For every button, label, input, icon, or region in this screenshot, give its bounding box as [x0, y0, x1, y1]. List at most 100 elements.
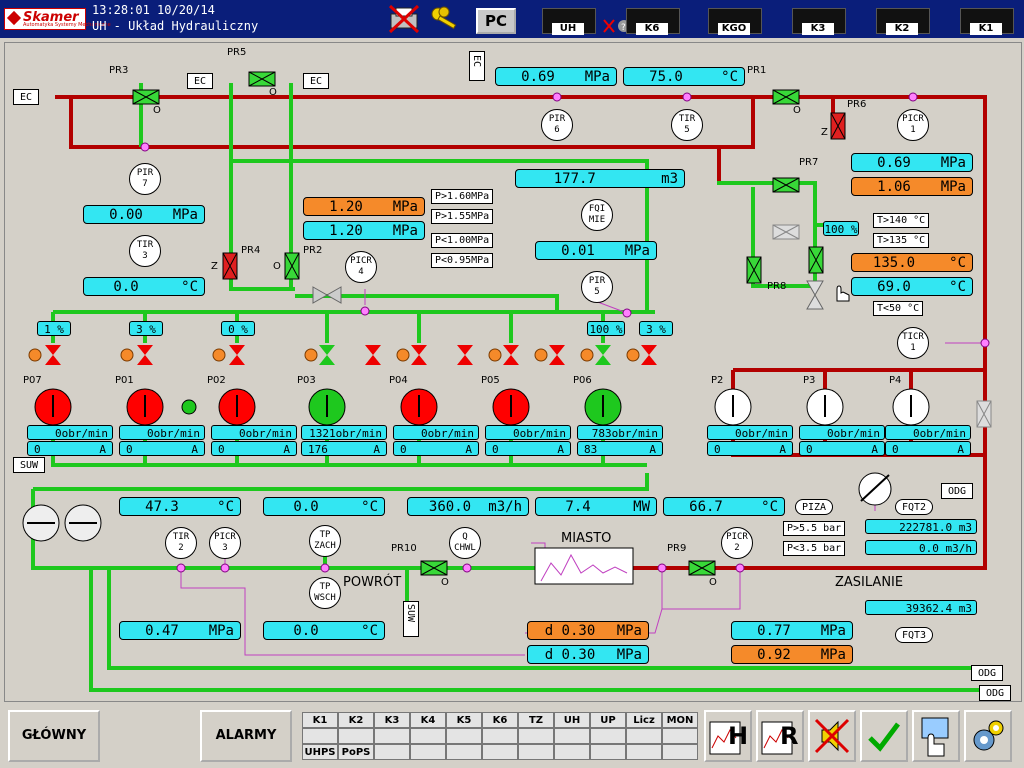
unit-k3[interactable]: K3 — [792, 8, 846, 35]
valve-right-grey — [976, 400, 992, 428]
instr-tir2[interactable]: TIR 2 — [165, 527, 197, 559]
unit-k1[interactable]: K1 — [960, 8, 1014, 35]
label-pr5: PR5 — [227, 47, 247, 58]
instr-pir5[interactable]: PIR 5 — [581, 271, 613, 303]
valve-right — [808, 246, 824, 274]
pump-label-p2: P2 — [711, 375, 724, 386]
pump-current-p06: 83 A — [577, 441, 663, 456]
pump-speed-p07: 0obr/min — [27, 425, 113, 440]
valve-pr10 — [420, 560, 448, 576]
label-pr8: PR8 — [767, 281, 787, 292]
cancel-alarm-button[interactable] — [808, 710, 856, 762]
unit-btn-pops[interactable]: PoPS — [338, 744, 374, 760]
unit-btn-tz[interactable]: TZ — [518, 712, 554, 728]
instr-tir3[interactable]: TIR 3 — [129, 235, 161, 267]
ec-tag-top[interactable]: EC — [469, 51, 485, 81]
settings-button[interactable] — [964, 710, 1012, 762]
alarms-button[interactable]: ALARMY — [200, 710, 292, 762]
hand-icon — [921, 717, 949, 757]
pump-current-p04: 0A — [393, 441, 479, 456]
trend-h-button[interactable]: H — [704, 710, 752, 762]
limit-p35: P<3.5 bar — [783, 541, 846, 556]
unit-btn-uhps[interactable]: UHPS — [302, 744, 338, 760]
valve-pr4 — [222, 252, 238, 280]
label-pr6: PR6 — [847, 99, 867, 110]
unit-btn-k6[interactable]: K6 — [482, 712, 518, 728]
flow-meter — [858, 472, 892, 506]
value-q-chwl: 360.0 m3/h — [407, 497, 529, 516]
operator-button[interactable] — [912, 710, 960, 762]
unit-status-tz — [518, 728, 554, 744]
valve-pr8 — [746, 256, 762, 284]
value-fqt3-total: 39362.4 m3 — [865, 600, 977, 615]
instr-pir7[interactable]: PIR 7 — [129, 163, 161, 195]
instr-tir5[interactable]: TIR 5 — [671, 109, 703, 141]
keys-icon[interactable] — [428, 4, 464, 34]
pump-current-p2: 0A — [707, 441, 793, 456]
value-pir7: 0.00 MPa — [83, 205, 205, 224]
odg-tag-1[interactable]: ODG — [941, 483, 974, 499]
unit-uh[interactable]: UH — [542, 8, 596, 35]
pump-speed-p05: 0obr/min — [485, 425, 571, 440]
unit-btn-up[interactable]: UP — [590, 712, 626, 728]
bypass-valve — [312, 286, 329, 304]
instr-picr2[interactable]: PICR 2 — [721, 527, 753, 559]
top-bar: Skamer Automatyka Systemy Mechaniczne 13… — [0, 0, 1024, 38]
hydraulic-scheme: EC EC EC EC SUW SUW ODG ODG ODG PR3 O PR… — [4, 42, 1022, 702]
instr-tp-wsch[interactable]: TP WSCH — [309, 577, 341, 609]
suw-tag-bottom[interactable]: SUW — [403, 601, 419, 637]
confirm-button[interactable] — [860, 710, 908, 762]
label-pr7: PR7 — [799, 157, 819, 168]
ec-tag-pr5-left[interactable]: EC — [187, 73, 214, 89]
pump-label-p06: P06 — [573, 375, 592, 386]
instr-ticr1[interactable]: TICR 1 — [897, 327, 929, 359]
pump-current-p3: 0A — [799, 441, 885, 456]
unit-btn-k2[interactable]: K2 — [338, 712, 374, 728]
instr-tp-zach[interactable]: TP ZACH — [309, 525, 341, 557]
unit-btn-mon[interactable]: MON — [662, 712, 698, 728]
unit-kgo[interactable]: KGO — [708, 8, 762, 35]
pump-current-p05: 0A — [485, 441, 571, 456]
instr-fqt3[interactable]: FQT3 — [895, 627, 934, 643]
unit-empty-cell — [590, 744, 626, 760]
valve-pr5 — [248, 71, 276, 87]
green-pipes — [31, 83, 985, 692]
suw-tag[interactable]: SUW — [13, 457, 46, 473]
valve-pct-3: 0 % — [221, 321, 255, 336]
value-tir2: 47.3 °C — [119, 497, 241, 516]
unit-btn-licz[interactable]: Licz — [626, 712, 662, 728]
main-screen-button[interactable]: GŁÓWNY — [8, 710, 100, 762]
unit-btn-k5[interactable]: K5 — [446, 712, 482, 728]
valve-pr9 — [688, 560, 716, 576]
instr-picr3[interactable]: PICR 3 — [209, 527, 241, 559]
screen-title: UH - Układ Hydrauliczny — [92, 19, 259, 33]
limit-p095: P<0.95MPa — [431, 253, 494, 268]
unit-k6[interactable]: K6 — [626, 8, 680, 35]
unit-status-uh — [554, 728, 590, 744]
pump-speed-p2: 0obr/min — [707, 425, 793, 440]
unit-k2[interactable]: K2 — [876, 8, 930, 35]
instr-q-chwl[interactable]: Q CHWL — [449, 527, 481, 559]
instr-picr4[interactable]: PICR 4 — [345, 251, 377, 283]
unit-btn-uh[interactable]: UH — [554, 712, 590, 728]
odg-tag-2[interactable]: ODG — [971, 665, 1004, 681]
unit-btn-k1[interactable]: K1 — [302, 712, 338, 728]
value-fqi-flow: 0.01 MPa — [535, 241, 657, 260]
unit-btn-k4[interactable]: K4 — [410, 712, 446, 728]
pump-speed-p01: 0obr/min — [119, 425, 205, 440]
unit-btn-k3[interactable]: K3 — [374, 712, 410, 728]
odg-tag-3[interactable]: ODG — [979, 685, 1012, 701]
trend-r-button[interactable]: R — [756, 710, 804, 762]
pc-button[interactable]: PC — [476, 8, 516, 34]
unit-status-mon — [662, 728, 698, 744]
instr-piza[interactable]: PIZA — [795, 499, 834, 515]
limit-t135: T>135 °C — [873, 233, 930, 248]
instr-fqt2[interactable]: FQT2 — [895, 499, 934, 515]
instr-picr1[interactable]: PICR 1 — [897, 109, 929, 141]
label-zasilanie: ZASILANIE — [835, 575, 904, 590]
instr-fqi-mie[interactable]: FQI MIE — [581, 199, 613, 231]
no-printer-icon[interactable] — [388, 4, 420, 34]
instr-pir6[interactable]: PIR 6 — [541, 109, 573, 141]
ec-tag-left[interactable]: EC — [13, 89, 40, 105]
ec-tag-pr5-right[interactable]: EC — [303, 73, 330, 89]
